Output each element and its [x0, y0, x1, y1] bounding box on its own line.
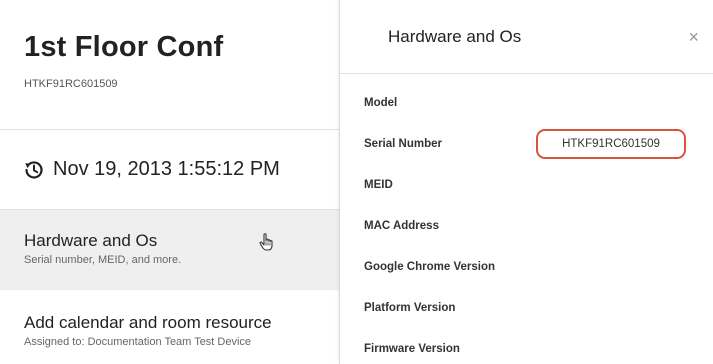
info-row-meid: MEID: [364, 164, 713, 205]
device-serial: HTKF91RC601509: [24, 78, 118, 90]
info-label: Model: [364, 96, 398, 109]
nav-item-title: Add calendar and room resource: [24, 313, 272, 332]
device-sidebar: 1st Floor Conf HTKF91RC601509 Nov 19, 20…: [0, 0, 340, 364]
nav-item-title: Hardware and Os: [24, 231, 158, 250]
hand-pointer-icon: [258, 232, 276, 252]
nav-item-hardware-and-os[interactable]: Hardware and Os Serial number, MEID, and…: [0, 210, 339, 290]
info-row-model: Model: [364, 82, 713, 123]
nav-item-subtitle: Assigned to: Documentation Team Test Dev…: [24, 336, 252, 348]
info-row-platform-version: Platform Version: [364, 287, 713, 328]
panel-title: Hardware and Os: [388, 26, 522, 46]
nav-item-add-calendar-resource[interactable]: Add calendar and room resource Assigned …: [0, 290, 339, 364]
info-row-chrome-version: Google Chrome Version: [364, 246, 713, 287]
panel-header: Hardware and Os ×: [340, 0, 713, 74]
serial-number-value-highlighted: HTKF91RC601509: [536, 129, 686, 159]
info-label: Serial Number: [364, 137, 442, 150]
close-icon[interactable]: ×: [688, 28, 699, 46]
info-row-mac-address: MAC Address: [364, 205, 713, 246]
hardware-details-panel: Hardware and Os × Model Serial Number HT…: [340, 0, 713, 364]
info-label: MEID: [364, 178, 393, 191]
info-label: MAC Address: [364, 219, 439, 232]
info-row-firmware-version: Firmware Version: [364, 328, 713, 364]
history-icon: [24, 160, 44, 180]
device-header: 1st Floor Conf HTKF91RC601509: [0, 0, 339, 130]
info-label: Google Chrome Version: [364, 260, 495, 273]
device-title: 1st Floor Conf: [24, 31, 224, 63]
nav-item-subtitle: Serial number, MEID, and more.: [24, 254, 182, 266]
info-label: Firmware Version: [364, 342, 460, 355]
last-sync-row: Nov 19, 2013 1:55:12 PM: [0, 130, 339, 210]
info-row-serial-number: Serial Number HTKF91RC601509: [364, 123, 713, 164]
info-label: Platform Version: [364, 301, 456, 314]
hardware-info-list: Model Serial Number HTKF91RC601509 MEID …: [340, 74, 713, 364]
last-sync-timestamp: Nov 19, 2013 1:55:12 PM: [53, 158, 280, 180]
device-details-screen: 1st Floor Conf HTKF91RC601509 Nov 19, 20…: [0, 0, 713, 364]
